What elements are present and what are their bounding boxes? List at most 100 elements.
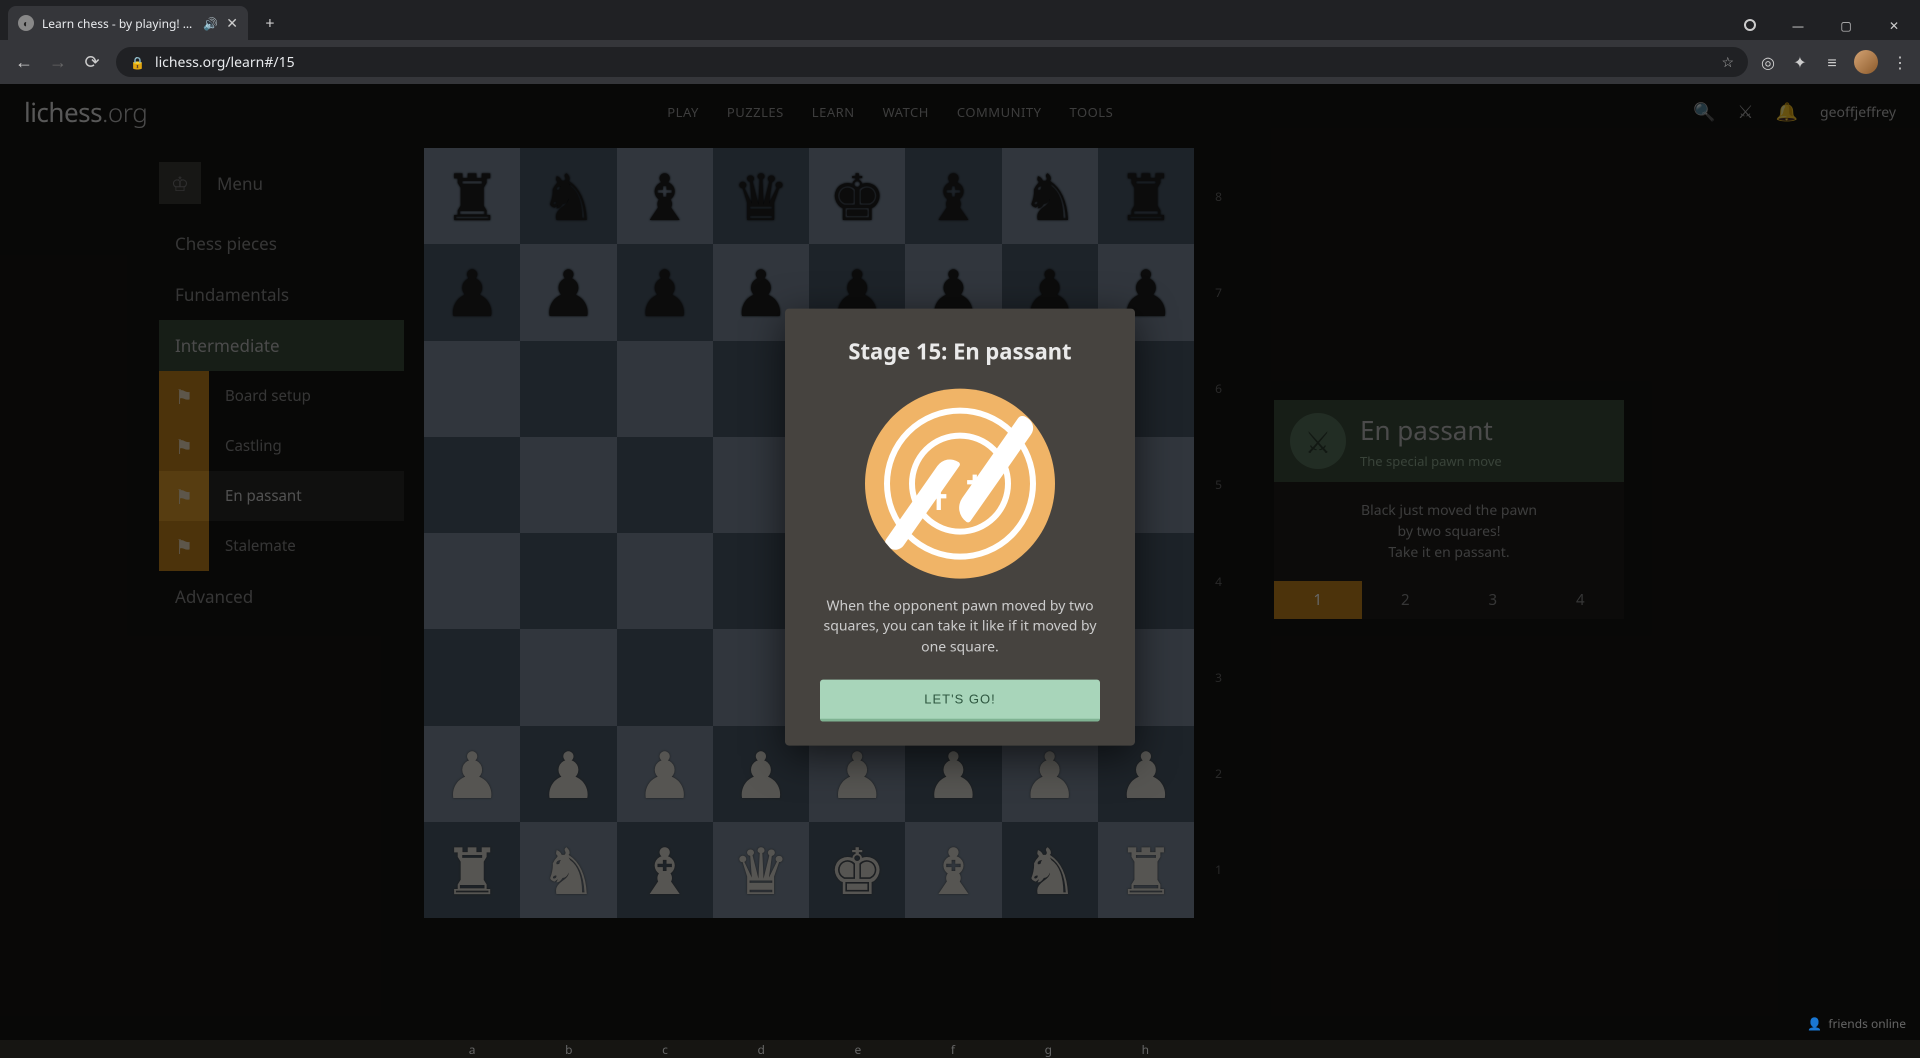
level-tab-2[interactable]: 2 <box>1362 581 1450 619</box>
lesson-board-setup[interactable]: ⚑Board setup <box>159 371 404 421</box>
square-c5[interactable] <box>617 437 713 533</box>
profile-avatar[interactable] <box>1854 50 1878 74</box>
square-c4[interactable] <box>617 533 713 629</box>
search-icon[interactable]: 🔍 <box>1693 100 1715 124</box>
lock-icon: 🔒 <box>130 54 145 71</box>
audio-icon[interactable]: 🔊 <box>203 15 218 32</box>
square-a2[interactable]: ♟ <box>424 726 520 822</box>
square-a3[interactable] <box>424 629 520 725</box>
lets-go-button[interactable]: LET'S GO! <box>820 679 1100 721</box>
nav-item-community[interactable]: COMMUNITY <box>957 103 1042 121</box>
lesson-label: Stalemate <box>225 536 296 556</box>
square-a1[interactable]: ♜ <box>424 822 520 918</box>
piece-P: ♟ <box>636 742 693 806</box>
friends-online[interactable]: 👤 friends online <box>1807 1015 1906 1032</box>
reload-button[interactable]: ⟳ <box>78 48 106 76</box>
square-f8[interactable]: ♝ <box>905 148 1001 244</box>
user-icon: 👤 <box>1807 1015 1822 1032</box>
file-label: e <box>855 1041 862 1058</box>
maximize-button[interactable]: ▢ <box>1824 10 1868 40</box>
lesson-castling[interactable]: ⚑Castling <box>159 421 404 471</box>
browser-menu-icon[interactable]: ⋮ <box>1890 52 1910 72</box>
nav-item-watch[interactable]: WATCH <box>883 103 929 121</box>
nav-item-learn[interactable]: LEARN <box>812 103 855 121</box>
category-chess-pieces[interactable]: Chess pieces <box>159 218 404 269</box>
square-f1[interactable]: ♝ <box>905 822 1001 918</box>
square-b2[interactable]: ♟ <box>520 726 616 822</box>
lesson-en-passant[interactable]: ⚑En passant <box>159 471 404 521</box>
square-g1[interactable]: ♞ <box>1002 822 1098 918</box>
level-tab-4[interactable]: 4 <box>1537 581 1625 619</box>
square-b6[interactable] <box>520 341 616 437</box>
extension-icon-1[interactable]: ◎ <box>1758 52 1778 72</box>
forward-button[interactable]: → <box>44 48 72 76</box>
rank-label: 7 <box>1215 284 1222 301</box>
category-fundamentals[interactable]: Fundamentals <box>159 269 404 320</box>
square-g8[interactable]: ♞ <box>1002 148 1098 244</box>
piece-p: ♟ <box>443 260 500 324</box>
square-b4[interactable] <box>520 533 616 629</box>
square-c8[interactable]: ♝ <box>617 148 713 244</box>
square-d8[interactable]: ♛ <box>713 148 809 244</box>
square-b7[interactable]: ♟ <box>520 244 616 340</box>
square-c7[interactable]: ♟ <box>617 244 713 340</box>
category-intermediate[interactable]: Intermediate <box>159 320 404 371</box>
square-a8[interactable]: ♜ <box>424 148 520 244</box>
square-c2[interactable]: ♟ <box>617 726 713 822</box>
category-advanced[interactable]: Advanced <box>159 571 404 622</box>
square-a5[interactable] <box>424 437 520 533</box>
username-link[interactable]: geoffjeffrey <box>1820 103 1896 122</box>
browser-tab[interactable]: ◐ Learn chess - by playing! • lic 🔊 ✕ <box>8 6 248 40</box>
nav-item-puzzles[interactable]: PUZZLES <box>727 103 784 121</box>
piece-r: ♜ <box>1117 164 1174 228</box>
menu-label: Menu <box>217 172 263 195</box>
level-tab-3[interactable]: 3 <box>1449 581 1537 619</box>
nav-item-play[interactable]: PLAY <box>667 103 699 121</box>
url-input[interactable]: 🔒 lichess.org/learn#/15 ☆ <box>116 47 1748 77</box>
castling-icon: ⚑ <box>159 421 209 471</box>
piece-P: ♟ <box>828 742 885 806</box>
piece-B: ♝ <box>925 838 982 902</box>
close-tab-icon[interactable]: ✕ <box>226 14 238 33</box>
rank-label: 6 <box>1215 380 1222 397</box>
square-b1[interactable]: ♞ <box>520 822 616 918</box>
new-tab-button[interactable]: + <box>256 9 284 37</box>
piece-p: ♟ <box>732 260 789 324</box>
back-button[interactable]: ← <box>10 48 38 76</box>
level-tab-1[interactable]: 1 <box>1274 581 1362 619</box>
square-a6[interactable] <box>424 341 520 437</box>
tab-bar: ◐ Learn chess - by playing! • lic 🔊 ✕ + … <box>0 0 1920 40</box>
piece-P: ♟ <box>925 742 982 806</box>
square-h8[interactable]: ♜ <box>1098 148 1194 244</box>
square-b8[interactable]: ♞ <box>520 148 616 244</box>
square-c1[interactable]: ♝ <box>617 822 713 918</box>
level-tabs: 1234 <box>1274 581 1624 619</box>
square-e8[interactable]: ♚ <box>809 148 905 244</box>
incognito-icon[interactable] <box>1728 10 1772 40</box>
close-window-button[interactable]: ✕ <box>1872 10 1916 40</box>
lesson-subtitle: The special pawn move <box>1360 452 1502 470</box>
square-h1[interactable]: ♜ <box>1098 822 1194 918</box>
square-a4[interactable] <box>424 533 520 629</box>
square-e1[interactable]: ♚ <box>809 822 905 918</box>
piece-b: ♝ <box>636 164 693 228</box>
square-b5[interactable] <box>520 437 616 533</box>
piece-P: ♟ <box>540 742 597 806</box>
lesson-stalemate[interactable]: ⚑Stalemate <box>159 521 404 571</box>
square-c3[interactable] <box>617 629 713 725</box>
star-icon[interactable]: ☆ <box>1721 53 1734 72</box>
square-b3[interactable] <box>520 629 616 725</box>
square-d1[interactable]: ♛ <box>713 822 809 918</box>
bell-icon[interactable]: 🔔 <box>1776 100 1798 124</box>
reading-list-icon[interactable]: ≡ <box>1822 52 1842 72</box>
site-logo[interactable]: lichess.org <box>24 94 147 130</box>
minimize-button[interactable]: — <box>1776 10 1820 40</box>
square-a7[interactable]: ♟ <box>424 244 520 340</box>
menu-heading[interactable]: ♔ Menu <box>159 148 404 218</box>
challenge-icon[interactable]: ⚔ <box>1737 100 1753 124</box>
nav-item-tools[interactable]: TOOLS <box>1069 103 1113 121</box>
top-nav: PLAY PUZZLES LEARN WATCH COMMUNITY TOOLS <box>667 103 1113 121</box>
site-header: lichess.org PLAY PUZZLES LEARN WATCH COMMUNI… <box>0 84 1920 140</box>
extensions-icon[interactable]: ✦ <box>1790 52 1810 72</box>
square-c6[interactable] <box>617 341 713 437</box>
